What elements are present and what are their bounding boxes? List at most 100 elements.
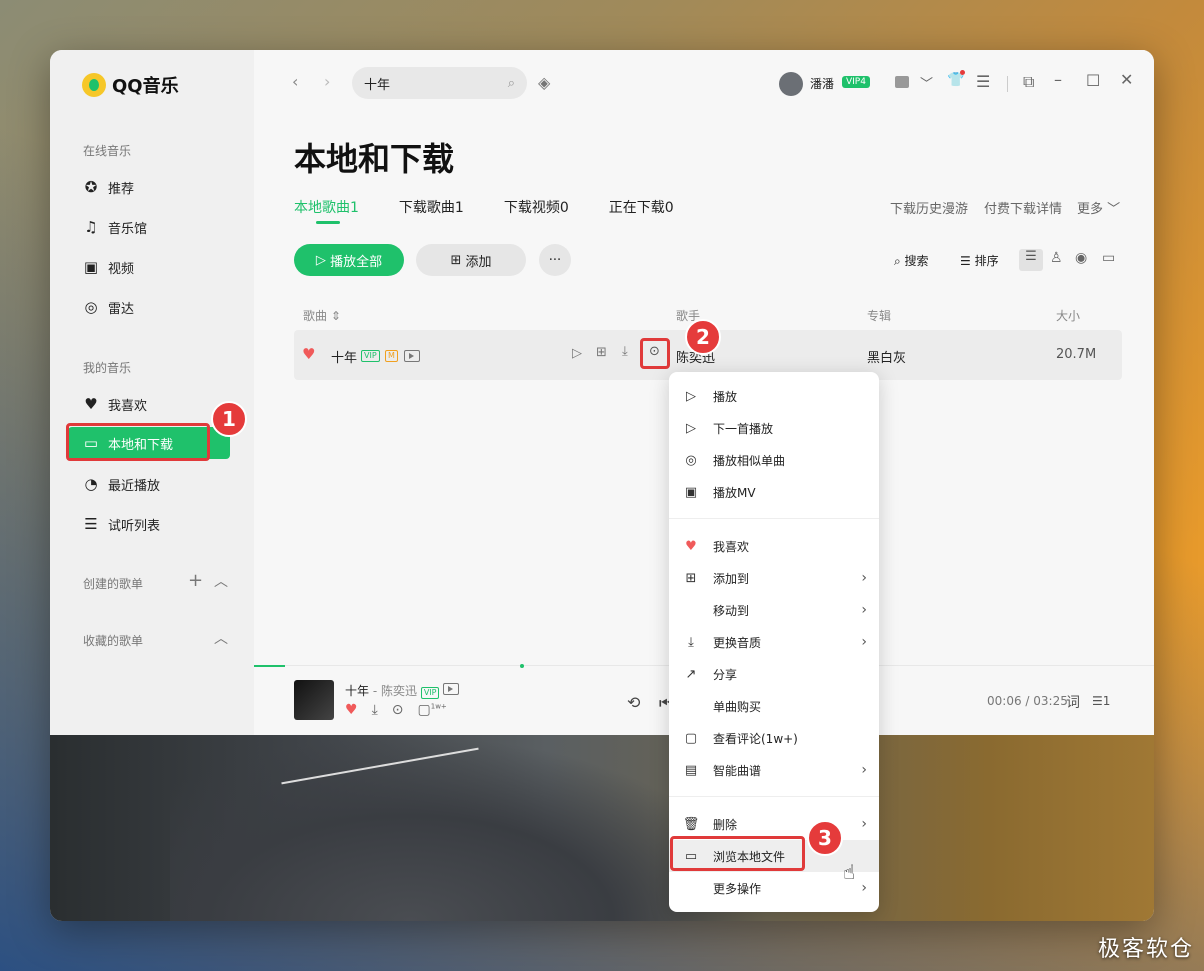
- album-cover[interactable]: [294, 680, 334, 720]
- avatar[interactable]: [779, 72, 803, 96]
- add-playlist-icon[interactable]: +: [188, 570, 203, 591]
- annotation-highlight-1: [66, 423, 210, 461]
- member-icon[interactable]: [895, 76, 909, 88]
- menu-item-add-to[interactable]: ⊞ 添加到 ›: [669, 562, 879, 594]
- tab-downloading[interactable]: 正在下载0: [609, 197, 674, 217]
- play-next-icon: ▷: [686, 420, 696, 436]
- maximize-icon[interactable]: ☐: [1086, 71, 1100, 90]
- menu-item-smart-score[interactable]: ▤ 智能曲谱 ›: [669, 754, 879, 786]
- now-playing-singer[interactable]: - 陈奕迅: [373, 684, 417, 698]
- vip-badge[interactable]: VIP4: [842, 76, 870, 88]
- download-icon[interactable]: ⤓: [372, 702, 378, 718]
- annotation-highlight-3: [670, 836, 805, 871]
- context-menu: ▷ 播放 ▷ 下一首播放 ◎ 播放相似单曲 ▣ 播放MV ♥ 我喜欢 ⊞ 添加到 › 移动到 ›…: [669, 372, 879, 912]
- queue-count: 1: [1102, 694, 1111, 708]
- progress-bar[interactable]: [254, 665, 285, 667]
- back-arrow-icon[interactable]: ‹: [292, 72, 298, 91]
- username[interactable]: 潘潘: [810, 75, 834, 92]
- download-icon: ⤓: [688, 634, 694, 650]
- add-button[interactable]: ⊞ 添加: [416, 244, 526, 276]
- plus-box-icon: ⊞: [450, 252, 466, 268]
- minimize-icon[interactable]: –: [1054, 70, 1062, 89]
- column-header-album[interactable]: 专辑: [867, 307, 891, 324]
- sidebar-item-favorites[interactable]: ♥ 我喜欢: [82, 389, 147, 419]
- menu-item-quality[interactable]: ⤓ 更换音质 ›: [669, 626, 879, 658]
- menu-item-share[interactable]: ↗ 分享: [669, 658, 879, 690]
- sidebar-item-video[interactable]: ▣ 视频: [82, 252, 134, 282]
- menu-item-play-mv[interactable]: ▣ 播放MV: [669, 476, 879, 508]
- mini-mode-icon[interactable]: ⧉: [1023, 72, 1034, 92]
- tab-downloaded-songs[interactable]: 下载歌曲1: [399, 197, 464, 217]
- search-icon[interactable]: ⌕: [508, 76, 515, 91]
- app-logo[interactable]: QQ音乐: [82, 72, 179, 98]
- trash-icon: 🗑: [682, 816, 700, 832]
- more-options-button[interactable]: ···: [539, 244, 571, 276]
- voice-search-icon[interactable]: ◈: [538, 73, 550, 92]
- queue-button[interactable]: ☰1: [1092, 694, 1110, 708]
- search-input[interactable]: 十年: [364, 74, 390, 93]
- sidebar: QQ音乐 在线音乐 ✪ 推荐 ♫ 音乐馆 ▣ 视频 ◎ 雷达 我的音乐 ♥ 我喜…: [50, 50, 254, 735]
- add-icon[interactable]: ⊞: [596, 345, 607, 360]
- menu-item-favorite[interactable]: ♥ 我喜欢: [669, 530, 879, 562]
- clock-icon: ◔: [84, 475, 98, 493]
- quality-tag: M: [385, 350, 398, 362]
- menu-item-buy[interactable]: 单曲购买: [669, 690, 879, 722]
- play-all-button[interactable]: ▷ 播放全部: [294, 244, 404, 276]
- chevron-down-icon: ﹀: [1107, 202, 1121, 217]
- play-icon[interactable]: ▷: [572, 346, 582, 361]
- menu-item-play-similar[interactable]: ◎ 播放相似单曲: [669, 444, 879, 476]
- sort-button[interactable]: ☰ 排序: [960, 252, 999, 269]
- online-music-section: 在线音乐: [83, 144, 132, 158]
- folder-view-icon[interactable]: ▭: [1102, 250, 1115, 266]
- sidebar-item-label: 音乐馆: [108, 221, 148, 237]
- comment-icon: ▢: [684, 730, 698, 746]
- mv-icon[interactable]: [404, 350, 420, 362]
- album-name[interactable]: 黑白灰: [867, 347, 906, 366]
- list-view-icon[interactable]: ☰: [1019, 249, 1043, 271]
- album-view-icon[interactable]: ◉: [1075, 250, 1087, 266]
- local-search-button[interactable]: ⌕ 搜索: [894, 252, 929, 269]
- repeat-icon[interactable]: ⟲: [627, 693, 640, 712]
- sidebar-item-recent[interactable]: ◔ 最近播放: [82, 469, 160, 499]
- tab-local-songs[interactable]: 本地歌曲1: [294, 197, 359, 217]
- chevron-right-icon: ›: [861, 570, 867, 586]
- mouse-cursor-icon: ☝: [843, 860, 856, 884]
- menu-item-comments[interactable]: ▢ 查看评论(1w+): [669, 722, 879, 754]
- sidebar-item-music-hall[interactable]: ♫ 音乐馆: [82, 212, 147, 242]
- menu-item-move-to[interactable]: 移动到 ›: [669, 594, 879, 626]
- chevron-up-icon[interactable]: ︿: [214, 628, 228, 648]
- sidebar-item-radar[interactable]: ◎ 雷达: [82, 292, 134, 322]
- sidebar-item-trial-list[interactable]: ☰ 试听列表: [82, 509, 160, 539]
- menu-icon[interactable]: ☰: [976, 72, 990, 91]
- menu-label: 播放: [713, 389, 738, 404]
- column-header-song[interactable]: 歌曲 ⇕: [303, 307, 341, 324]
- chevron-up-icon[interactable]: ︿: [214, 571, 228, 591]
- menu-label: 智能曲谱: [713, 763, 762, 778]
- search-box[interactable]: 十年 ⌕: [352, 67, 527, 99]
- menu-item-play-next[interactable]: ▷ 下一首播放: [669, 412, 879, 444]
- more-circle-icon[interactable]: ⊙: [392, 702, 404, 718]
- comment-icon[interactable]: ▢1w+: [418, 702, 447, 718]
- downloaded-icon[interactable]: ⤓: [622, 344, 628, 359]
- column-header-size[interactable]: 大小: [1056, 307, 1080, 324]
- paid-download-link[interactable]: 付费下载详情: [984, 198, 1062, 217]
- heart-icon: ♥: [685, 538, 697, 554]
- menu-label: 下一首播放: [713, 421, 774, 436]
- app-window: QQ音乐 在线音乐 ✪ 推荐 ♫ 音乐馆 ▣ 视频 ◎ 雷达 我的音乐 ♥ 我喜…: [50, 50, 1154, 921]
- forward-arrow-icon[interactable]: ›: [324, 72, 330, 91]
- sidebar-item-recommend[interactable]: ✪ 推荐: [82, 172, 134, 202]
- close-icon[interactable]: ✕: [1120, 70, 1133, 89]
- tab-downloaded-videos[interactable]: 下载视频0: [504, 197, 569, 217]
- lyrics-button[interactable]: 词: [1066, 692, 1080, 712]
- heart-icon[interactable]: ♥: [345, 702, 358, 718]
- download-history-link[interactable]: 下载历史漫游: [890, 198, 968, 217]
- video-icon: ▣: [83, 258, 99, 276]
- more-dropdown[interactable]: 更多 ﹀: [1077, 198, 1120, 217]
- chevron-down-icon[interactable]: ﹀: [920, 73, 933, 92]
- menu-label: 添加到: [713, 571, 750, 586]
- menu-item-play[interactable]: ▷ 播放: [669, 380, 879, 412]
- singer-view-icon[interactable]: ♙: [1050, 250, 1063, 266]
- heart-icon[interactable]: ♥: [302, 345, 315, 363]
- mv-icon[interactable]: [443, 683, 460, 695]
- now-playing-title[interactable]: 十年: [345, 684, 369, 698]
